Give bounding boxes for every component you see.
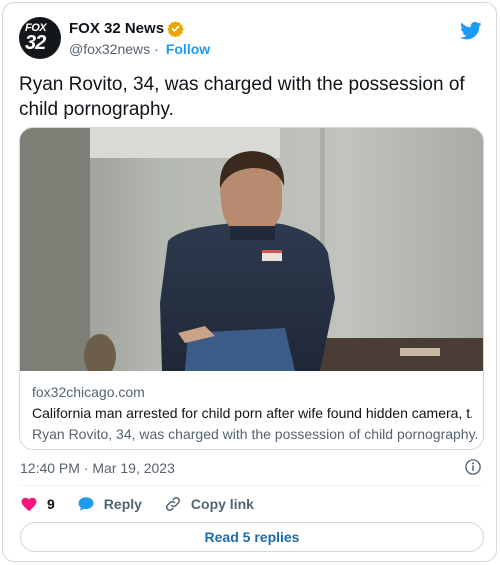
reply-button[interactable]: Reply [77, 495, 142, 513]
link-title[interactable]: California man arrested for child porn a… [32, 405, 472, 421]
verified-badge-icon [167, 20, 184, 37]
heart-icon [21, 497, 37, 512]
tweet-embed-card: FOX 32 FOX 32 News @fox32news · Follow R… [2, 2, 497, 562]
link-chain-icon [165, 496, 180, 512]
twitter-bird-icon[interactable] [460, 21, 482, 41]
display-name[interactable]: FOX 32 News [69, 20, 164, 37]
tweet-header: FOX 32 FOX 32 News @fox32news · Follow [19, 17, 484, 61]
link-preview-card[interactable]: fox32chicago.com California man arrested… [19, 127, 484, 450]
tweet-text: Ryan Rovito, 34, was charged with the po… [19, 74, 465, 120]
name-row: FOX 32 News [69, 18, 184, 38]
reply-bubble-icon [78, 497, 94, 511]
handle[interactable]: @fox32news [69, 41, 150, 57]
follow-link[interactable]: Follow [166, 41, 210, 57]
tweet-actions: 9 Reply Copy link [20, 494, 276, 514]
tweet-timestamp[interactable]: 12:40 PM · Mar 19, 2023 [20, 460, 175, 476]
like-button[interactable]: 9 [20, 495, 55, 513]
reply-label: Reply [103, 496, 142, 512]
read-replies-button[interactable]: Read 5 replies [20, 522, 484, 552]
separator-dot: · [154, 41, 159, 57]
handle-row: @fox32news · Follow [69, 41, 210, 57]
link-description: Ryan Rovito, 34, was charged with the po… [32, 426, 477, 442]
copy-link-label: Copy link [190, 496, 254, 512]
avatar[interactable]: FOX 32 [19, 17, 61, 59]
link-domain[interactable]: fox32chicago.com [32, 384, 145, 400]
info-icon[interactable] [464, 458, 482, 476]
copy-link-button[interactable]: Copy link [164, 495, 254, 513]
avatar-logo-bottom: 32 [25, 32, 46, 54]
like-count: 9 [47, 496, 55, 512]
link-preview-image[interactable] [20, 128, 484, 371]
divider [20, 485, 483, 486]
